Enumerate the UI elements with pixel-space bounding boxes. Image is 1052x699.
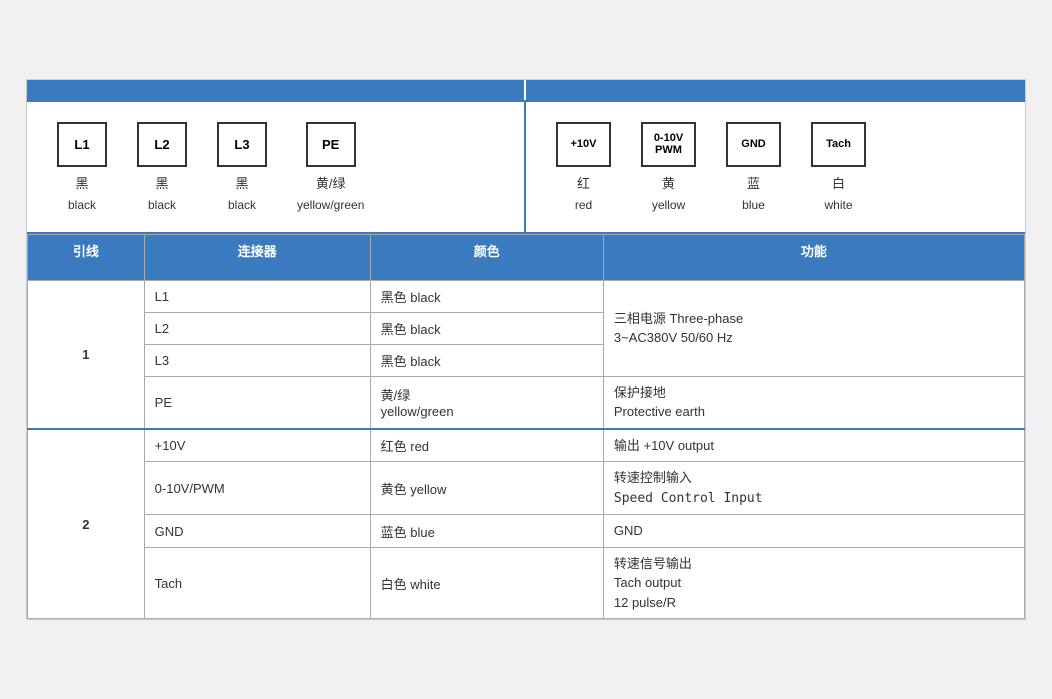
connector-box-conn-L1: L1 xyxy=(57,122,107,167)
connector-item-conn-GND: GND 蓝 blue xyxy=(726,122,781,212)
connector-item-conn-PWM: 0-10V PWM 黄 yellow xyxy=(641,122,696,212)
connection-L1: L1 xyxy=(144,280,370,312)
table-row: 0-10V/PWM黄色 yellow转速控制输入Speed Control In… xyxy=(28,462,1025,515)
connector-cn-conn-PWM: 黄 xyxy=(662,173,675,192)
colour-GND: 蓝色 blue xyxy=(370,515,603,548)
connector-en-conn-L1: black xyxy=(68,198,96,212)
function-PWM: 转速控制输入Speed Control Input xyxy=(603,462,1024,515)
connection-PE: PE xyxy=(144,376,370,429)
data-table-wrapper: 引线Line连接器Connection颜色Colour功能function1L1… xyxy=(27,234,1025,620)
connector-en-conn-PE: yellow/green xyxy=(297,198,364,212)
connector-cn-conn-Tach: 白 xyxy=(832,173,845,192)
connection-L2: L2 xyxy=(144,312,370,344)
connector-en-conn-10V: red xyxy=(575,198,592,212)
connection-GND: GND xyxy=(144,515,370,548)
th-line: 引线Line xyxy=(28,234,145,280)
line2-diagram: +10V 红 red 0-10V PWM 黄 yellow GND 蓝 blue Tach 白 whi… xyxy=(526,102,1025,232)
line1-header xyxy=(27,80,526,100)
connector-en-conn-L2: black xyxy=(148,198,176,212)
connector-en-conn-PWM: yellow xyxy=(652,198,685,212)
connector-box-conn-L2: L2 xyxy=(137,122,187,167)
data-table: 引线Line连接器Connection颜色Colour功能function1L1… xyxy=(27,234,1025,620)
connector-en-conn-Tach: white xyxy=(824,198,852,212)
connector-box-conn-PWM: 0-10V PWM xyxy=(641,122,696,167)
connector-box-conn-Tach: Tach xyxy=(811,122,866,167)
th-colour: 颜色Colour xyxy=(370,234,603,280)
header-row xyxy=(27,80,1025,102)
connection-Tach: Tach xyxy=(144,547,370,619)
colour-L3: 黑色 black xyxy=(370,344,603,376)
th-function: 功能function xyxy=(603,234,1024,280)
connector-item-conn-PE: PE 黄/绿 yellow/green xyxy=(297,122,364,212)
table-row: Tach白色 white转速信号输出Tach output12 pulse/R xyxy=(28,547,1025,619)
connector-box-conn-L3: L3 xyxy=(217,122,267,167)
function-GND: GND xyxy=(603,515,1024,548)
connector-box-conn-PE: PE xyxy=(306,122,356,167)
colour-PE: 黄/绿yellow/green xyxy=(370,376,603,429)
connector-en-conn-L3: black xyxy=(228,198,256,212)
connector-cn-conn-10V: 红 xyxy=(577,173,590,192)
connector-item-conn-10V: +10V 红 red xyxy=(556,122,611,212)
line2-header xyxy=(526,80,1025,100)
function-Tach: 转速信号输出Tach output12 pulse/R xyxy=(603,547,1024,619)
connector-cn-conn-GND: 蓝 xyxy=(747,173,760,192)
connector-cn-conn-L2: 黑 xyxy=(155,173,168,192)
table-row: GND蓝色 blueGND xyxy=(28,515,1025,548)
connector-item-conn-L2: L2 黑 black xyxy=(137,122,187,212)
connector-cn-conn-L3: 黑 xyxy=(235,173,248,192)
colour-Tach: 白色 white xyxy=(370,547,603,619)
function-10V: 输出 +10V output xyxy=(603,429,1024,462)
connector-item-conn-L3: L3 黑 black xyxy=(217,122,267,212)
connection-10V: +10V xyxy=(144,429,370,462)
line-number-1: 1 xyxy=(28,280,145,429)
function-PE: 保护接地Protective earth xyxy=(603,376,1024,429)
connector-box-conn-GND: GND xyxy=(726,122,781,167)
connector-cn-conn-PE: 黄/绿 xyxy=(316,173,346,192)
connector-box-conn-10V: +10V xyxy=(556,122,611,167)
connector-cn-conn-L1: 黑 xyxy=(75,173,88,192)
connector-item-conn-L1: L1 黑 black xyxy=(57,122,107,212)
colour-L2: 黑色 black xyxy=(370,312,603,344)
diagram-row: L1 黑 black L2 黑 black L3 黑 black PE 黄/绿 yellow/gree… xyxy=(27,102,1025,234)
table-row: 1L1黑色 black三相电源 Three-phase3~AC380V 50/6… xyxy=(28,280,1025,312)
colour-10V: 红色 red xyxy=(370,429,603,462)
line1-diagram: L1 黑 black L2 黑 black L3 黑 black PE 黄/绿 yellow/gree… xyxy=(27,102,526,232)
line-number-2: 2 xyxy=(28,429,145,619)
table-row: PE黄/绿yellow/green保护接地Protective earth xyxy=(28,376,1025,429)
connector-en-conn-GND: blue xyxy=(742,198,765,212)
colour-PWM: 黄色 yellow xyxy=(370,462,603,515)
connection-L3: L3 xyxy=(144,344,370,376)
function-L1: 三相电源 Three-phase3~AC380V 50/60 Hz xyxy=(603,280,1024,376)
colour-L1: 黑色 black xyxy=(370,280,603,312)
connector-item-conn-Tach: Tach 白 white xyxy=(811,122,866,212)
connection-PWM: 0-10V/PWM xyxy=(144,462,370,515)
th-connection: 连接器Connection xyxy=(144,234,370,280)
table-row: 2+10V红色 red输出 +10V output xyxy=(28,429,1025,462)
